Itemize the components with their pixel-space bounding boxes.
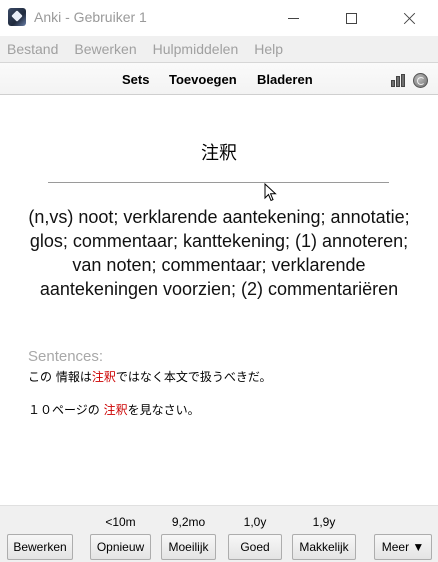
title-bar: Anki - Gebruiker 1: [0, 0, 438, 36]
hard-button[interactable]: Moeilijk: [161, 534, 216, 560]
window-title: Anki - Gebruiker 1: [34, 9, 147, 25]
example-sentence: この 情報は注釈ではなく本文で扱うべきだ。: [28, 370, 272, 384]
sync-icon[interactable]: [413, 73, 428, 88]
toolbar-browse-link[interactable]: Bladeren: [257, 72, 313, 87]
highlighted-term: 注釈: [91, 370, 116, 384]
again-interval: <10m: [105, 515, 136, 529]
menu-item-help[interactable]: Help: [254, 41, 283, 57]
edit-button[interactable]: Bewerken: [7, 534, 73, 560]
hard-interval: 9,2mo: [171, 515, 206, 529]
again-button[interactable]: Opnieuw: [90, 534, 151, 560]
toolbar-sets-link[interactable]: Sets: [122, 72, 149, 87]
easy-interval: 1,9y: [312, 515, 336, 529]
card-front-text: 注釈: [201, 143, 237, 164]
more-button[interactable]: Meer ▼: [374, 534, 432, 560]
minimize-icon: [287, 17, 299, 19]
maximize-icon: [345, 12, 357, 24]
anki-app-icon: [8, 8, 26, 26]
card-back-text: (n,vs) noot; verklarende aantekening; an…: [28, 207, 410, 299]
main-toolbar: Sets Toevoegen Bladeren: [0, 62, 438, 95]
toolbar-add-link[interactable]: Toevoegen: [169, 72, 237, 87]
close-button[interactable]: [380, 0, 438, 36]
easy-button[interactable]: Makkelijk: [292, 534, 356, 560]
menu-bar: Bestand Bewerken Hulpmiddelen Help: [0, 36, 438, 62]
highlighted-term: 注釈: [103, 403, 128, 417]
menu-item-hulpmiddelen[interactable]: Hulpmiddelen: [153, 41, 239, 57]
example-sentence: １０ページの 注釈を見なさい。: [28, 403, 200, 417]
stats-icon[interactable]: [391, 74, 407, 87]
menu-item-bewerken[interactable]: Bewerken: [74, 41, 136, 57]
mouse-cursor-icon: [264, 183, 277, 202]
menu-item-bestand[interactable]: Bestand: [7, 41, 58, 57]
card-view: 注釈 (n,vs) noot; verklarende aantekening;…: [0, 95, 438, 505]
answer-divider: [48, 182, 389, 183]
minimize-button[interactable]: [264, 0, 322, 36]
maximize-button[interactable]: [322, 0, 380, 36]
good-interval: 1,0y: [243, 515, 267, 529]
close-icon: [403, 12, 416, 25]
sentences-label: Sentences:: [28, 348, 104, 365]
answer-bar: <10m 9,2mo 1,0y 1,9y Bewerken Opnieuw Mo…: [0, 505, 438, 562]
good-button[interactable]: Goed: [228, 534, 282, 560]
